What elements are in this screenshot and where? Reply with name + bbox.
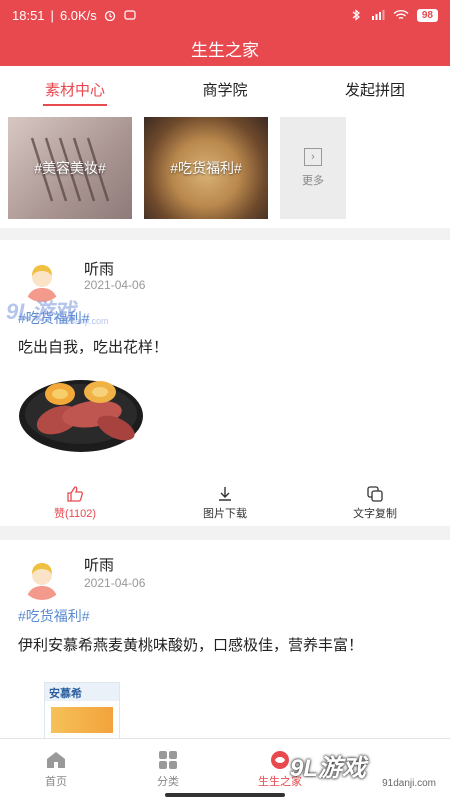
like-count: 赞(1102) bbox=[54, 508, 96, 520]
download-label: 图片下载 bbox=[203, 508, 247, 520]
more-arrow-icon: › bbox=[304, 148, 322, 166]
tab-group-buy[interactable]: 发起拼团 bbox=[300, 66, 450, 112]
like-button[interactable]: 赞(1102) bbox=[0, 480, 150, 526]
tile-food-label: #吃货福利# bbox=[170, 160, 242, 176]
nav-category-label: 分类 bbox=[157, 776, 179, 788]
tab-business-school[interactable]: 商学院 bbox=[150, 66, 300, 112]
download-icon bbox=[219, 487, 231, 501]
post-date: 2021-04-06 bbox=[84, 576, 146, 590]
user-avatar-icon bbox=[20, 556, 64, 600]
category-tiles: #美容美妆# #吃货福利# › 更多 bbox=[0, 112, 450, 228]
post-card: 听雨 2021-04-06 #吃货福利# 伊利安慕希燕麦黄桃味酸奶，口感极佳，营… bbox=[0, 540, 450, 740]
yogurt-product-image[interactable]: 安慕希 bbox=[44, 682, 120, 740]
nav-category[interactable]: 分类 bbox=[112, 739, 224, 800]
thumbs-up-icon bbox=[67, 486, 83, 502]
tile-more[interactable]: › 更多 bbox=[280, 117, 346, 219]
bluetooth-icon bbox=[352, 9, 360, 21]
nav-home-label: 首页 bbox=[45, 776, 67, 788]
avatar[interactable] bbox=[20, 556, 64, 600]
nav-home[interactable]: 首页 bbox=[0, 739, 112, 800]
sweet-potato-image[interactable] bbox=[18, 370, 144, 454]
post-username: 听雨 bbox=[84, 261, 115, 278]
alarm-icon bbox=[104, 10, 115, 21]
product-label: 安慕希 bbox=[45, 683, 119, 701]
page-title: 生生之家 bbox=[0, 30, 450, 66]
post-username: 听雨 bbox=[84, 557, 115, 574]
brand-url: 91danji.com bbox=[382, 778, 436, 789]
brand-logo-text: 9L游戏 bbox=[290, 755, 367, 782]
post-text: 吃出自我，吃出花样！ bbox=[18, 339, 169, 356]
battery-indicator: 98 bbox=[416, 8, 438, 22]
home-indicator[interactable] bbox=[165, 793, 285, 797]
copy-label: 文字复制 bbox=[353, 508, 397, 520]
post-date: 2021-04-06 bbox=[84, 278, 146, 292]
tile-beauty-label: #美容美妆# bbox=[34, 160, 106, 176]
signal-icon bbox=[371, 10, 385, 20]
copy-text-button[interactable]: 文字复制 bbox=[300, 480, 450, 526]
grid-icon bbox=[159, 751, 177, 769]
top-tabs: 素材中心 商学院 发起拼团 bbox=[0, 66, 450, 112]
post-text: 伊利安慕希燕麦黄桃味酸奶，口感极佳，营养丰富！ bbox=[18, 637, 364, 654]
notification-icon bbox=[124, 10, 136, 20]
home-icon bbox=[47, 752, 65, 768]
post-tag[interactable]: #吃货福利# bbox=[18, 606, 90, 626]
copy-icon bbox=[367, 486, 383, 502]
status-bar: 18:51 | 6.0K/s 98 bbox=[0, 0, 450, 30]
download-image-button[interactable]: 图片下载 bbox=[150, 480, 300, 526]
status-time: 18:51 bbox=[12, 7, 45, 23]
post-actions: 赞(1102) 图片下载 文字复制 bbox=[0, 480, 450, 526]
brand-watermark: 9L游戏 91danji.com bbox=[290, 748, 440, 794]
network-speed: 6.0K/s bbox=[59, 7, 97, 23]
tile-food[interactable]: #吃货福利# bbox=[144, 117, 268, 219]
wifi-icon bbox=[393, 9, 409, 20]
watermark-url: 91danji.com bbox=[60, 316, 109, 326]
tile-beauty[interactable]: #美容美妆# bbox=[8, 117, 132, 219]
brand-logo-icon bbox=[271, 751, 289, 769]
tab-material-center[interactable]: 素材中心 bbox=[0, 66, 150, 112]
post-card: 听雨 2021-04-06 #吃货福利# 吃出自我，吃出花样！ 赞(1102) … bbox=[0, 240, 450, 526]
tile-more-label: 更多 bbox=[302, 175, 324, 187]
